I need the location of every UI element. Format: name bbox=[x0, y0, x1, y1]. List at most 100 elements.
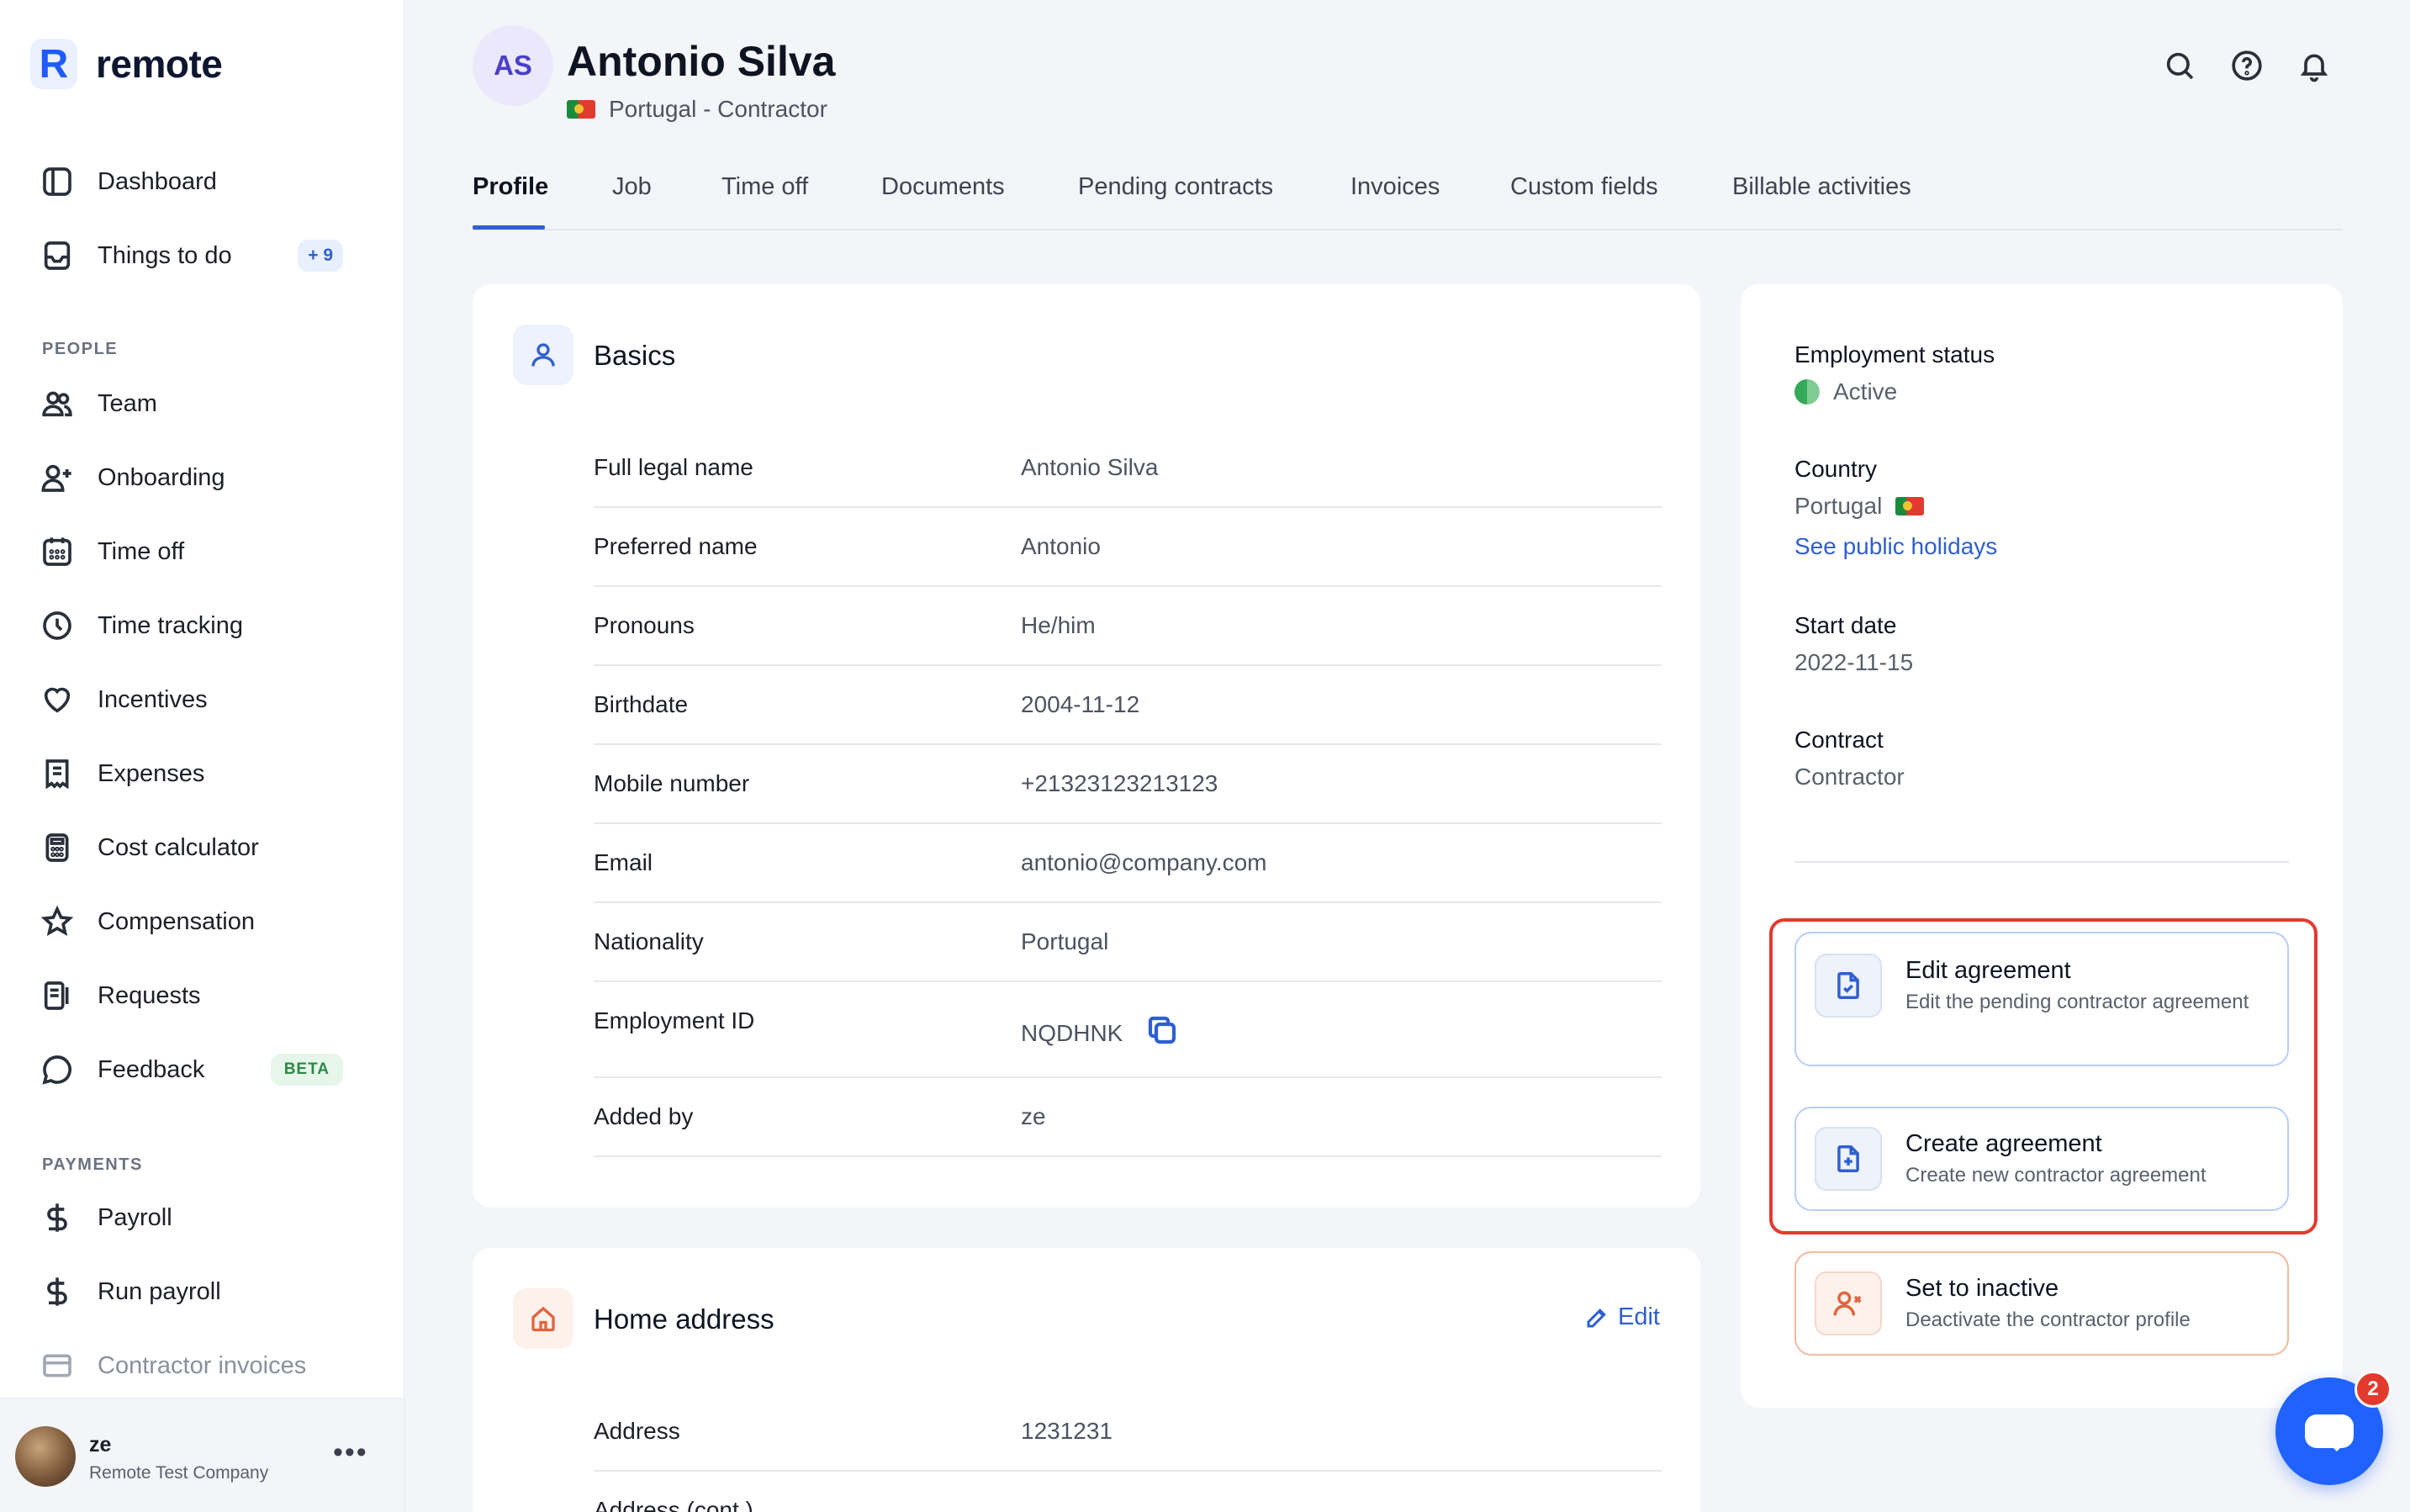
chat-icon bbox=[2305, 1414, 2354, 1451]
profile-avatar: AS bbox=[473, 25, 553, 106]
contract-label: Contract bbox=[1794, 727, 1884, 753]
remote-logo-icon: R bbox=[30, 39, 77, 89]
tab-custom-fields[interactable]: Custom fields bbox=[1510, 173, 1658, 201]
action-description: Create new contractor agreement bbox=[1905, 1164, 2207, 1187]
action-title: Create agreement bbox=[1905, 1130, 2102, 1157]
sidebar-item-run-payroll[interactable]: Run payroll bbox=[40, 1266, 343, 1317]
field-row: Full legal name Antonio Silva bbox=[594, 429, 1662, 508]
document-plus-icon bbox=[1815, 1127, 1882, 1191]
basics-title: Basics bbox=[594, 340, 676, 371]
user-plus-icon bbox=[40, 461, 74, 494]
copy-icon[interactable] bbox=[1144, 1012, 1180, 1054]
edit-agreement-button[interactable]: Edit agreement Edit the pending contract… bbox=[1794, 932, 2289, 1066]
field-value: Antonio Silva bbox=[1021, 454, 1159, 480]
sidebar-item-dashboard[interactable]: Dashboard bbox=[40, 156, 343, 207]
sidebar-item-onboarding[interactable]: Onboarding bbox=[40, 452, 343, 503]
help-icon[interactable] bbox=[2230, 49, 2264, 82]
bell-icon[interactable] bbox=[2297, 49, 2331, 82]
profile-subtitle: Portugal - Contractor bbox=[567, 96, 827, 123]
field-value: He/him bbox=[1021, 612, 1096, 638]
more-options-icon[interactable]: ••• bbox=[333, 1436, 368, 1469]
document-check-icon bbox=[1815, 954, 1882, 1018]
employment-status-value: Active bbox=[1833, 378, 1898, 404]
sidebar-item-label: Time off bbox=[98, 537, 185, 565]
field-label: Added by bbox=[594, 1103, 694, 1129]
country: Portugal bbox=[1794, 493, 1925, 520]
field-label: Pronouns bbox=[594, 612, 695, 638]
field-label: Email bbox=[594, 849, 653, 875]
clock-icon bbox=[40, 609, 74, 642]
sidebar-item-team[interactable]: Team bbox=[40, 378, 343, 429]
employment-status-label: Employment status bbox=[1794, 341, 1995, 367]
active-tab-indicator bbox=[473, 225, 545, 230]
sidebar-item-feedback[interactable]: Feedback BETA bbox=[40, 1044, 343, 1095]
sidebar-item-payroll[interactable]: Payroll bbox=[40, 1192, 343, 1243]
field-label: Nationality bbox=[594, 928, 704, 954]
profile-tabs: Profile Job Time off Documents Pending c… bbox=[473, 168, 2343, 230]
sidebar-item-time-off[interactable]: Time off bbox=[40, 526, 343, 577]
sidebar-item-time-tracking[interactable]: Time tracking bbox=[40, 600, 343, 651]
set-to-inactive-button[interactable]: Set to inactive Deactivate the contracto… bbox=[1794, 1251, 2289, 1356]
tab-job[interactable]: Job bbox=[612, 173, 652, 201]
sidebar-item-label: Requests bbox=[98, 981, 201, 1009]
create-agreement-button[interactable]: Create agreement Create new contractor a… bbox=[1794, 1107, 2289, 1211]
field-value: ze bbox=[1021, 1103, 1046, 1129]
sidebar-item-label: Onboarding bbox=[98, 463, 225, 491]
sidebar-item-compensation[interactable]: Compensation bbox=[40, 896, 343, 947]
field-row: Added by ze bbox=[594, 1078, 1662, 1157]
sidebar: R remote Dashboard Things to do + 9 PEOP… bbox=[0, 0, 405, 1512]
tab-billable-activities[interactable]: Billable activities bbox=[1732, 173, 1911, 201]
sidebar-item-requests[interactable]: Requests bbox=[40, 970, 343, 1021]
user-company: Remote Test Company bbox=[89, 1463, 269, 1483]
avatar bbox=[15, 1426, 76, 1487]
tab-invoices[interactable]: Invoices bbox=[1350, 173, 1440, 201]
field-row: Pronouns He/him bbox=[594, 587, 1662, 666]
user-menu[interactable]: ze Remote Test Company ••• bbox=[0, 1398, 404, 1512]
card-icon bbox=[40, 1349, 74, 1382]
dollar-icon bbox=[40, 1201, 74, 1234]
home-address-title: Home address bbox=[594, 1303, 774, 1335]
action-title: Set to inactive bbox=[1905, 1275, 2059, 1302]
calculator-icon bbox=[40, 831, 74, 864]
employment-status: Active bbox=[1794, 378, 1897, 405]
chat-bubble-icon bbox=[40, 1053, 74, 1086]
app-name: remote bbox=[96, 42, 223, 86]
see-public-holidays-link[interactable]: See public holidays bbox=[1794, 533, 1997, 560]
tab-documents[interactable]: Documents bbox=[881, 173, 1005, 201]
document-list-icon bbox=[40, 979, 74, 1012]
pencil-icon bbox=[1587, 1308, 1606, 1327]
sidebar-item-things-to-do[interactable]: Things to do + 9 bbox=[40, 230, 343, 281]
sidebar-item-label: Dashboard bbox=[98, 167, 217, 195]
edit-address-button[interactable]: Edit bbox=[1584, 1303, 1660, 1331]
sidebar-item-label: Incentives bbox=[98, 685, 208, 713]
heart-icon bbox=[40, 683, 74, 716]
calendar-icon bbox=[40, 535, 74, 568]
section-label-people: PEOPLE bbox=[42, 340, 119, 358]
field-label: Employment ID bbox=[594, 1007, 755, 1034]
portugal-flag-icon bbox=[1895, 497, 1925, 515]
sidebar-item-contractor-invoices[interactable]: Contractor invoices bbox=[40, 1340, 343, 1391]
tab-profile[interactable]: Profile bbox=[473, 173, 548, 201]
start-date-label: Start date bbox=[1794, 612, 1897, 638]
app-logo[interactable]: R remote bbox=[30, 39, 223, 89]
sidebar-item-cost-calculator[interactable]: Cost calculator bbox=[40, 822, 343, 873]
receipt-icon bbox=[40, 757, 74, 790]
start-date-value: 2022-11-15 bbox=[1794, 649, 1914, 675]
star-icon bbox=[40, 905, 74, 938]
count-badge: + 9 bbox=[298, 240, 343, 272]
profile-subtitle-text: Portugal - Contractor bbox=[609, 96, 827, 122]
tab-time-off[interactable]: Time off bbox=[721, 173, 808, 201]
field-row: Preferred name Antonio bbox=[594, 508, 1662, 587]
status-dot-icon bbox=[1794, 379, 1820, 404]
search-icon[interactable] bbox=[2163, 49, 2196, 82]
page-title: Antonio Silva bbox=[567, 38, 836, 85]
home-icon bbox=[513, 1288, 573, 1349]
user-name: ze bbox=[89, 1433, 112, 1456]
sidebar-item-incentives[interactable]: Incentives bbox=[40, 674, 343, 725]
sidebar-item-expenses[interactable]: Expenses bbox=[40, 748, 343, 799]
sidebar-item-label: Team bbox=[98, 389, 157, 417]
action-title: Edit agreement bbox=[1905, 957, 2071, 984]
tab-pending-contracts[interactable]: Pending contracts bbox=[1078, 173, 1273, 201]
field-value: Antonio bbox=[1021, 533, 1101, 559]
field-label: Full legal name bbox=[594, 454, 753, 480]
